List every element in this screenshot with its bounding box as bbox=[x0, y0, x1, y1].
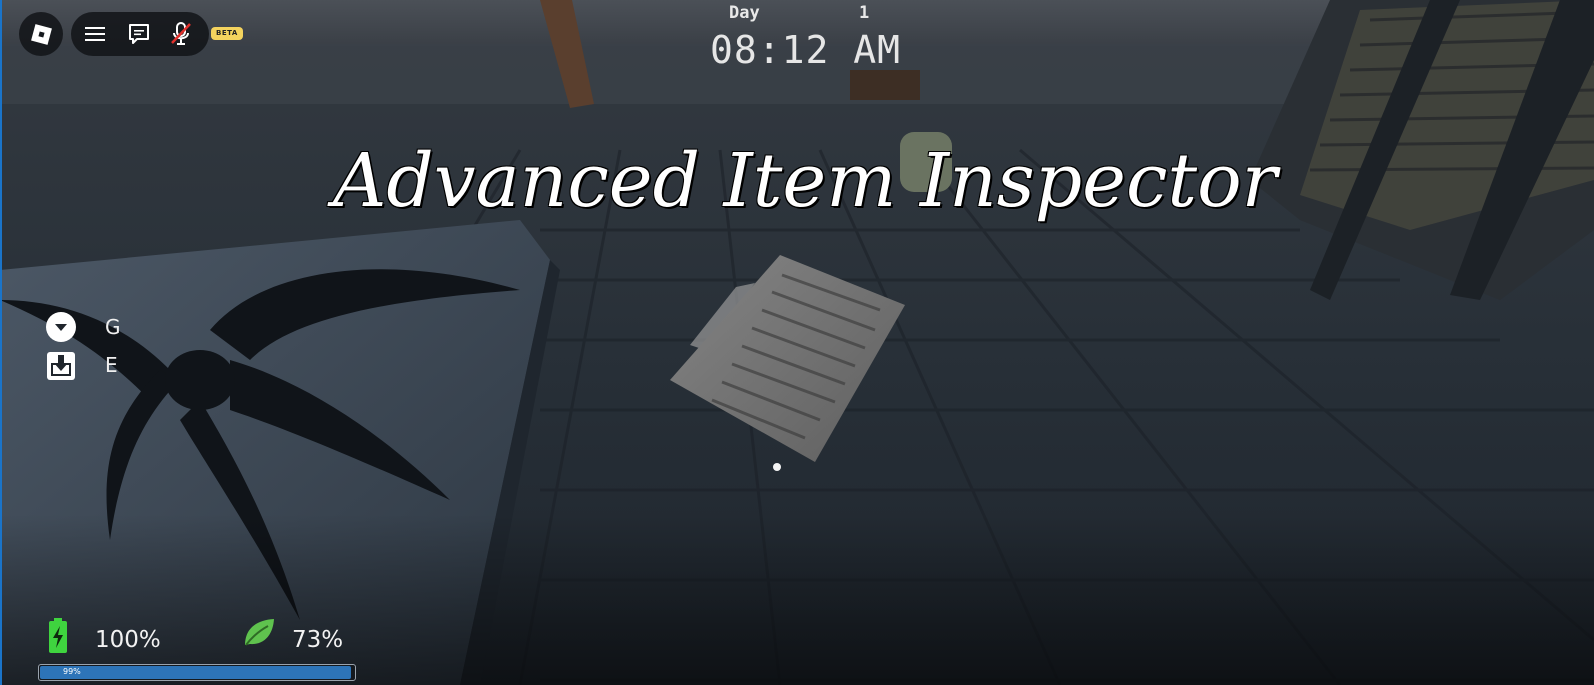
roblox-logo-icon bbox=[30, 23, 52, 45]
inventory-key-label: E bbox=[105, 353, 118, 377]
drop-down-circle-icon bbox=[46, 312, 76, 342]
chat-icon bbox=[129, 24, 149, 44]
progress-bar: 99% bbox=[38, 664, 356, 681]
hamburger-menu-icon bbox=[85, 27, 105, 41]
leaf-icon bbox=[245, 619, 274, 646]
drop-key-label: G bbox=[105, 315, 121, 339]
microphone-toggle-button[interactable] bbox=[165, 18, 197, 50]
stamina-value: 73% bbox=[292, 627, 344, 653]
roblox-topbar bbox=[71, 12, 209, 56]
inventory-keybind bbox=[45, 350, 77, 382]
inspector-title: Advanced Item Inspector bbox=[332, 138, 1278, 224]
time-of-day: 08:12 AM bbox=[710, 28, 902, 72]
chat-button[interactable] bbox=[123, 18, 155, 50]
inventory-download-icon bbox=[47, 352, 75, 380]
roblox-menu-button[interactable] bbox=[19, 12, 63, 56]
stamina-stat bbox=[242, 617, 276, 651]
progress-bar-fill bbox=[40, 666, 351, 679]
crosshair bbox=[773, 463, 781, 471]
battery-value: 100% bbox=[95, 627, 161, 653]
battery-stat bbox=[48, 618, 68, 658]
drop-keybind bbox=[45, 311, 77, 343]
day-number: 1 bbox=[859, 3, 870, 23]
hamburger-menu-button[interactable] bbox=[79, 18, 111, 50]
microphone-muted-icon bbox=[171, 22, 191, 45]
day-label: Day bbox=[729, 3, 760, 23]
beta-badge: BETA bbox=[211, 27, 243, 40]
game-world-view bbox=[0, 0, 1594, 685]
progress-bar-label: 99% bbox=[63, 667, 81, 676]
battery-charging-icon bbox=[49, 618, 67, 653]
